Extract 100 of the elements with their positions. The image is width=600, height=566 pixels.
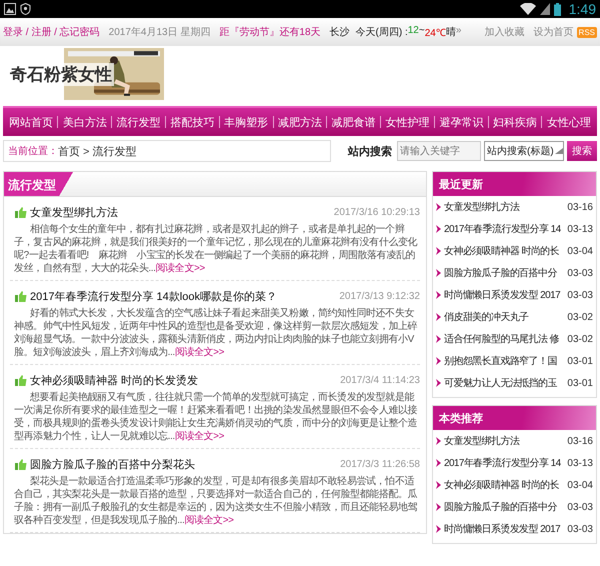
sidebar-link[interactable]: 适合任何脸型的马尾扎法 修 xyxy=(444,332,564,346)
chevron-icon xyxy=(436,379,441,387)
chevron-icon xyxy=(436,269,441,277)
article-summary: 好看的韩式大长发，大长发蕴含的空气感让妹子看起来甜美又粉嫩，简约知性同时还不失女神感。帅气中性风短发，近两年中性风的造型也是备受欢迎，像这样剪一款层次感短发，加上碎刘海超显气场。一款中分波波头，露额头清新俏皮，两边内扣让肉肉脸的妹子也能立刻拥有小V脸。短刘海波波头，眉上齐刘海成为...阅读全文>> xyxy=(13,307,418,359)
shield-icon xyxy=(20,3,31,15)
city-name: 长沙 xyxy=(330,26,350,39)
sidebar-link[interactable]: 别抱怨黑长直戏路窄了！国 xyxy=(444,354,564,368)
read-more-link[interactable]: 阅读全文>> xyxy=(174,347,224,358)
wifi-icon xyxy=(520,3,536,15)
nav-link[interactable]: 流行发型 xyxy=(116,114,161,130)
chevron-icon xyxy=(436,313,441,321)
article-title[interactable]: 女神必须吸睛神器 时尚的长发烫发 xyxy=(30,373,198,388)
signal-icon xyxy=(540,3,550,15)
weather-label: 今天(周四) : xyxy=(356,26,408,39)
more-weather-link[interactable]: » xyxy=(456,25,462,39)
sidebar-link[interactable]: 圆脸方脸瓜子脸的百搭中分 xyxy=(444,500,564,514)
article-date: 2017/3/16 10:29:13 xyxy=(334,207,420,218)
nav-link[interactable]: 妇科疾病 xyxy=(493,114,538,130)
search-button[interactable]: 搜索 xyxy=(567,141,597,161)
read-more-link[interactable]: 阅读全文>> xyxy=(184,515,234,526)
sidebar-date: 03-03 xyxy=(567,268,593,278)
sidebar-date: 03-04 xyxy=(567,246,593,256)
search-label: 站内搜索 xyxy=(348,144,392,158)
read-more-link[interactable]: 阅读全文>> xyxy=(174,431,224,442)
sidebar-link[interactable]: 女童发型绑扎方法 xyxy=(444,434,564,448)
article-title[interactable]: 2017年春季流行发型分享 14款look哪款是你的菜？ xyxy=(30,289,277,304)
article-summary: 相信每个女生的童年中，都有扎过麻花辫，或者是双扎起的辫子，或者是单扎起的一个辫子，复古风的麻花辫，就是我们很美好的一个童年记忆，那么现在的儿童麻花辫有没有什么变化呢?一起去看看吧! 麻花辫 小宝宝的长发在一侧编起了一个美丽的麻花辫，周围散落有凌乱的发丝，自然有型，大大的花朵头...阅读全文>> xyxy=(13,223,418,275)
nav-link[interactable]: 女性护理 xyxy=(385,114,430,130)
chevron-icon xyxy=(436,437,441,445)
sidebar-date: 03-01 xyxy=(567,378,593,388)
sidebar-link[interactable]: 圆脸方脸瓜子脸的百搭中分 xyxy=(444,266,564,280)
sidebar-link[interactable]: 俏皮甜美的冲天丸子 xyxy=(444,310,564,324)
chevron-icon xyxy=(436,481,441,489)
chevron-icon xyxy=(436,291,441,299)
sidebar-title: 本类推荐 xyxy=(439,412,483,426)
sidebar-date: 03-13 xyxy=(567,224,593,234)
sidebar-link[interactable]: 2017年春季流行发型分享 14 xyxy=(444,222,564,236)
article-date: 2017/3/4 11:14:23 xyxy=(340,375,420,386)
weather-condition: 晴 xyxy=(446,26,456,39)
thumbs-up-icon xyxy=(15,375,27,386)
chevron-icon xyxy=(436,357,441,365)
sidebar-link[interactable]: 时尚慵懒日系烫发发型 2017 xyxy=(444,288,564,302)
nav-link[interactable]: 减肥食谱 xyxy=(332,114,376,130)
nav-link[interactable]: 避孕常识 xyxy=(439,114,484,130)
sidebar-link[interactable]: 时尚慵懒日系烫发发型 2017 xyxy=(444,522,564,536)
sidebar-date: 03-13 xyxy=(567,458,593,468)
holiday-countdown: 距『劳动节』还有18天 xyxy=(219,26,321,39)
nav-link[interactable]: 美白方法 xyxy=(62,114,107,130)
high-temperature: 24℃ xyxy=(424,27,446,39)
sidebar-link[interactable]: 2017年春季流行发型分享 14 xyxy=(444,456,564,470)
sidebar-link[interactable]: 女童发型绑扎方法 xyxy=(444,200,564,214)
sidebar-date: 03-02 xyxy=(567,334,593,344)
sidebar-date: 03-16 xyxy=(567,202,593,212)
chevron-icon xyxy=(436,459,441,467)
sidebar-date: 03-01 xyxy=(567,356,593,366)
thumbs-up-icon xyxy=(15,207,27,218)
sidebar-date: 03-03 xyxy=(567,290,593,300)
sidebar-link[interactable]: 女神必须吸睛神器 时尚的长 xyxy=(444,478,564,492)
sidebar-link[interactable]: 可爱魅力让人无法抵挡的玉 xyxy=(444,376,564,390)
nav-link[interactable]: 搭配技巧 xyxy=(170,114,214,130)
sidebar-date: 03-16 xyxy=(567,436,593,446)
temperature-separator: ~ xyxy=(418,25,425,38)
article-title[interactable]: 圆脸方脸瓜子脸的百搭中分梨花头 xyxy=(30,457,195,472)
search-scope-dropdown[interactable]: 站内搜索(标题) xyxy=(484,141,564,161)
header-link[interactable]: 加入收藏 xyxy=(484,25,525,39)
chevron-icon xyxy=(436,503,441,511)
nav-link[interactable]: 网站首页 xyxy=(9,114,53,130)
chevron-icon xyxy=(436,525,441,533)
article-summary: 想要看起美艳靓丽又有气质，往往就只需一个简单的发型就可搞定，而长烫发的发型就是能一次满足你所有要求的最佳造型之一喔！赶紧来看看吧！出挑的染发虽然显眼但不会令人难以接受，而极具规则的蛋卷头烫发设计则能让女生充满娇俏灵动的气质，而中分的刘海更是让整个造型再添魅力个性，让人一见就难以忘...阅读全文>> xyxy=(13,391,418,443)
breadcrumb-path: 首页 > 流行发型 xyxy=(58,144,137,158)
image-icon xyxy=(4,3,16,15)
nav-link[interactable]: 女性心理 xyxy=(546,114,591,130)
sidebar-link[interactable]: 女神必须吸睛神器 时尚的长 xyxy=(444,244,564,258)
thumbs-up-icon xyxy=(15,459,27,470)
sidebar-title: 最近更新 xyxy=(439,178,483,192)
sidebar-date: 03-03 xyxy=(567,524,593,534)
article-date: 2017/3/3 11:26:58 xyxy=(340,459,420,470)
sidebar-date: 03-03 xyxy=(567,502,593,512)
nav-link[interactable]: 丰胸塑形 xyxy=(224,114,268,130)
clock-time: 1:49 xyxy=(568,1,596,17)
battery-icon xyxy=(554,2,561,16)
chevron-icon xyxy=(436,335,441,343)
low-temperature: 12 xyxy=(408,25,419,38)
read-more-link[interactable]: 阅读全文>> xyxy=(156,263,205,274)
site-logo[interactable]: 奇石粉紫女性 xyxy=(8,63,114,86)
chevron-icon xyxy=(436,225,441,233)
chevron-icon xyxy=(436,203,441,211)
nav-link[interactable]: 减肥方法 xyxy=(278,114,322,130)
sidebar-date: 03-04 xyxy=(567,480,593,490)
article-title[interactable]: 女童发型绑扎方法 xyxy=(30,205,118,220)
account-links[interactable]: 登录 / 注册 / 忘记密码 xyxy=(3,25,100,39)
article-date: 2017/3/13 9:12:32 xyxy=(339,291,420,302)
article-summary: 梨花头是一款最适合打造温柔乖巧形象的发型，可是却有很多美眉却不敢轻易尝试，怕不适合自己，其实梨花头是一款最百搭的造型，只要选择对一款适合自己的，任何脸型都能搭配。瓜子脸：拥有一副瓜子般脸孔的女生都是幸运的，因为这类女生不但脸小精致，而且还能轻易地驾驭各种百变发型，但是我发现瓜子脸的...阅读全文>> xyxy=(13,475,418,527)
search-field[interactable]: 请输入关键字 xyxy=(397,141,481,161)
breadcrumb-label: 当前位置： xyxy=(8,144,58,158)
sidebar-date: 03-02 xyxy=(567,312,593,322)
current-date: 2017年4月13日 星期四 xyxy=(108,26,210,39)
header-link[interactable]: 设为首页 xyxy=(534,25,574,39)
chevron-icon xyxy=(436,247,441,255)
thumbs-up-icon xyxy=(15,291,27,302)
